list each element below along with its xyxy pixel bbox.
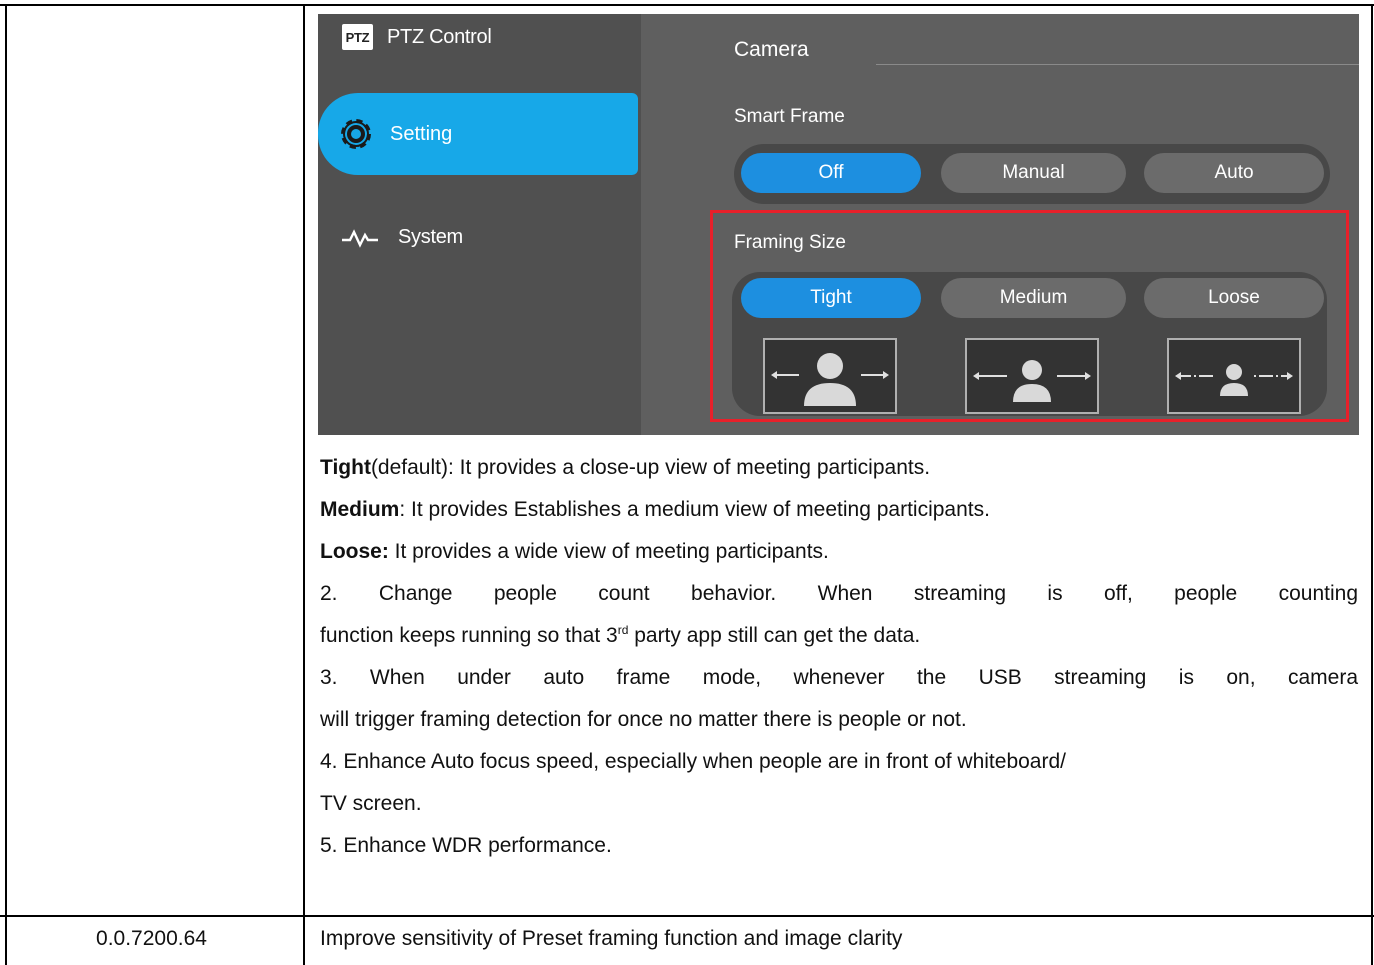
section-title: Camera	[734, 38, 809, 61]
person-icon	[973, 360, 1091, 402]
version-number: 0.0.7200.64	[96, 927, 207, 950]
tight-framing-preview	[763, 338, 897, 414]
loose-description: Loose: It provides a wide view of meetin…	[320, 540, 829, 564]
table-top-border	[0, 4, 1374, 6]
table-column-divider	[303, 4, 305, 965]
camera-settings-screenshot: PTZ PTZ Control Setting System Camera Sm…	[318, 14, 1359, 435]
framing-loose-button[interactable]: Loose	[1144, 278, 1324, 318]
item-2-line-1: 2. Change people count behavior. When st…	[320, 582, 1358, 605]
person-icon	[771, 353, 889, 406]
ptz-icon: PTZ	[342, 24, 373, 50]
item-5: 5. Enhance WDR performance.	[320, 834, 612, 857]
sidebar-item-label: System	[398, 226, 463, 248]
sidebar-item-ptz-control[interactable]: PTZ PTZ Control	[342, 24, 492, 50]
framing-tight-button[interactable]: Tight	[741, 278, 921, 318]
gear-icon	[341, 119, 371, 149]
table-left-border	[5, 4, 7, 965]
desc-text: : It provides Establishes a medium view …	[399, 498, 990, 521]
tight-description: Tight(default): It provides a close-up v…	[320, 456, 930, 480]
smart-frame-auto-button[interactable]: Auto	[1144, 153, 1324, 193]
sidebar-item-label: PTZ Control	[387, 25, 492, 48]
text-span: function keeps running so that 3	[320, 624, 618, 647]
medium-description: Medium: It provides Establishes a medium…	[320, 498, 990, 522]
table-right-border	[1371, 4, 1373, 965]
framing-medium-button[interactable]: Medium	[941, 278, 1126, 318]
sidebar-item-label: Setting	[390, 122, 453, 145]
desc-text: (default): It provides a close-up view o…	[370, 456, 931, 479]
medium-framing-preview	[965, 338, 1099, 414]
term-tight: Tight	[320, 456, 371, 479]
term-loose: Loose:	[320, 540, 389, 563]
item-4-line-2: TV screen.	[320, 792, 422, 815]
item-4-line-1: 4. Enhance Auto focus speed, especially …	[320, 750, 1066, 773]
text-span: party app still can get the data.	[628, 624, 921, 647]
smart-frame-manual-button[interactable]: Manual	[941, 153, 1126, 193]
person-icon	[1175, 364, 1293, 396]
desc-text: It provides a wide view of meeting parti…	[388, 540, 829, 563]
item-2-line-2: function keeps running so that 3rd party…	[320, 624, 920, 648]
loose-framing-preview	[1167, 338, 1301, 414]
item-3-line-2: will trigger framing detection for once …	[320, 708, 967, 731]
smart-frame-off-button[interactable]: Off	[741, 153, 921, 193]
term-medium: Medium	[320, 498, 400, 521]
sidebar: PTZ PTZ Control Setting System	[318, 14, 641, 435]
table-row-divider	[0, 915, 1374, 917]
framing-size-label: Framing Size	[734, 232, 846, 253]
sidebar-item-setting[interactable]: Setting	[318, 93, 638, 175]
smart-frame-label: Smart Frame	[734, 106, 845, 127]
item-3-line-1: 3. When under auto frame mode, whenever …	[320, 666, 1358, 689]
section-divider	[876, 64, 1359, 65]
superscript: rd	[617, 623, 629, 637]
pulse-icon	[342, 228, 378, 248]
settings-panel: Camera Smart Frame Off Manual Auto Frami…	[641, 14, 1359, 435]
version-description: Improve sensitivity of Preset framing fu…	[320, 927, 903, 950]
sidebar-item-system[interactable]: System	[342, 226, 463, 249]
